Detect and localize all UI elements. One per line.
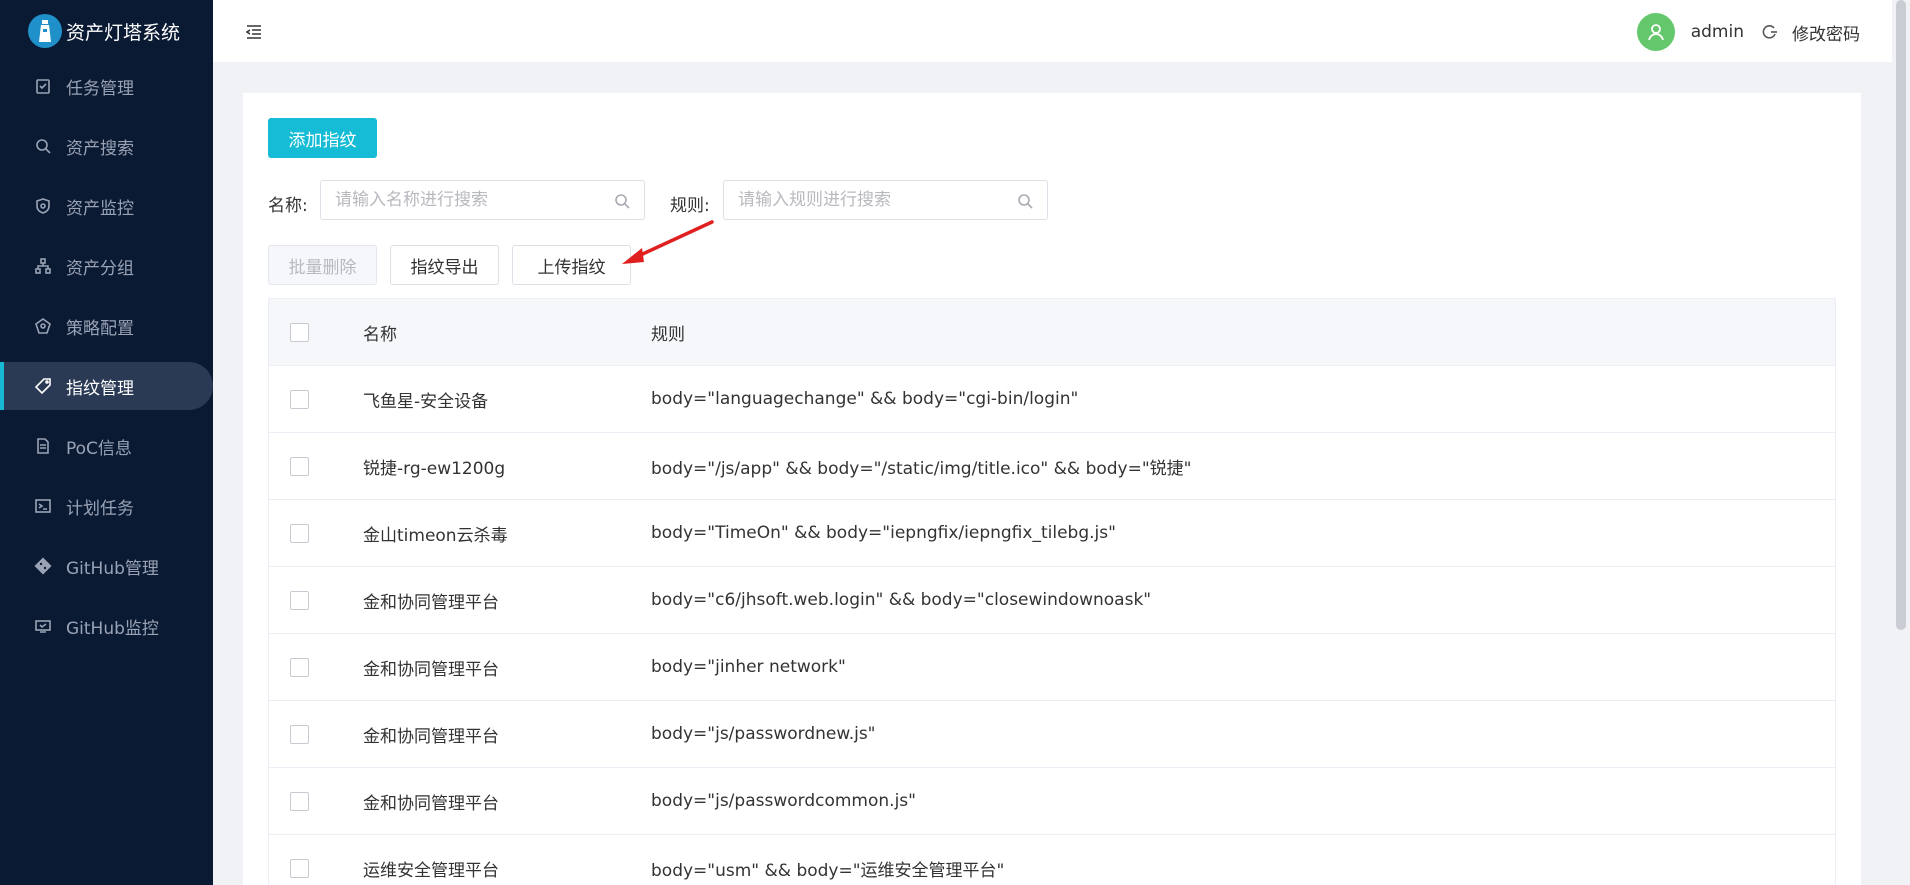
sidebar-item-label: GitHub监控 [66,618,159,639]
app-title: 资产灯塔系统 [66,21,181,44]
top-header: admin 修改密码 [213,0,1910,62]
row-name: 运维安全管理平台 [363,861,499,881]
sidebar-item-task-management[interactable]: 任务管理 [0,62,213,110]
sidebar-item-label: 任务管理 [66,78,134,99]
sidebar-menu: 任务管理 资产搜索 资产监控 资产分组 策略配置 指纹管理 PoC信息 计划任务… [0,62,213,650]
sidebar-item-label: 策略配置 [66,318,134,339]
row-name: 锐捷-rg-ew1200g [363,458,506,479]
scrollbar-thumb[interactable] [1896,0,1906,630]
row-rule: body="TimeOn" && body="iepngfix/iepngfix… [651,523,1116,543]
main-card: 添加指纹 名称: 规则: 批量删除 指纹导出 上传指纹 名称 规则 飞鱼星-安全… [243,93,1861,885]
sidebar-item-label: 计划任务 [66,498,134,519]
row-name: 飞鱼星-安全设备 [363,391,489,412]
rule-search-input[interactable] [724,181,1047,219]
sidebar-item-fingerprint-management[interactable]: 指纹管理 [0,362,213,410]
sidebar-item-scheduled-tasks[interactable]: 计划任务 [0,482,213,530]
row-rule: body="c6/jhsoft.web.login" && body="clos… [651,590,1152,610]
name-search-field [320,180,645,220]
row-rule: body="js/passwordcommon.js" [651,791,916,811]
avatar[interactable] [1636,13,1675,51]
select-all-checkbox[interactable] [289,322,309,342]
rule-search-field [723,180,1048,220]
row-rule: body="/js/app" && body="/static/img/titl… [651,458,1192,479]
table-row: 金和协同管理平台 body="c6/jhsoft.web.login" && b… [269,567,1835,634]
table-row: 金和协同管理平台 body="jinher network" [269,634,1835,701]
sidebar-item-poc-info[interactable]: PoC信息 [0,422,213,470]
task-icon [34,77,52,95]
sidebar-item-asset-search[interactable]: 资产搜索 [0,122,213,170]
terminal-icon [34,497,52,515]
add-fingerprint-button[interactable]: 添加指纹 [268,118,377,158]
git-icon [34,557,52,575]
export-fingerprint-button[interactable]: 指纹导出 [390,245,499,285]
sidebar-item-github-management[interactable]: GitHub管理 [0,542,213,590]
screen-icon [34,617,52,635]
row-checkbox[interactable] [289,523,309,543]
collapse-menu-icon[interactable] [245,24,263,40]
monitor-shield-icon [34,197,52,215]
user-area: admin 修改密码 [1636,13,1860,51]
logout-icon[interactable] [1762,24,1778,40]
sidebar-item-asset-monitor[interactable]: 资产监控 [0,182,213,230]
username: admin [1690,22,1744,42]
row-rule: body="jinher network" [651,657,846,677]
sidebar-item-label: 资产搜索 [66,138,134,159]
sidebar-item-label: PoC信息 [66,438,132,459]
sidebar-item-label: 资产分组 [66,258,134,279]
row-checkbox[interactable] [289,590,309,610]
fingerprint-table: 名称 规则 飞鱼星-安全设备 body="languagechange" && … [268,298,1836,885]
row-name: 金和协同管理平台 [363,659,499,680]
row-checkbox[interactable] [289,389,309,409]
column-header-name: 名称 [363,324,397,345]
name-filter-label: 名称: [268,196,308,216]
row-checkbox[interactable] [289,456,309,476]
table-row: 金和协同管理平台 body="js/passwordnew.js" [269,701,1835,768]
search-icon [34,137,52,155]
batch-delete-button[interactable]: 批量删除 [268,245,377,285]
table-row: 运维安全管理平台 body="usm" && body="运维安全管理平台" [269,835,1835,885]
table-row: 锐捷-rg-ew1200g body="/js/app" && body="/s… [269,433,1835,500]
table-row: 金和协同管理平台 body="js/passwordcommon.js" [269,768,1835,835]
document-icon [34,437,52,455]
tag-icon [34,377,52,395]
row-name: 金和协同管理平台 [363,592,499,613]
page-scrollbar[interactable] [1892,0,1910,885]
search-icon[interactable] [1017,193,1033,209]
name-search-input[interactable] [321,181,644,219]
row-name: 金和协同管理平台 [363,793,499,814]
row-checkbox[interactable] [289,859,309,878]
sidebar-item-label: 指纹管理 [66,378,134,399]
row-checkbox[interactable] [289,657,309,677]
change-password-link[interactable]: 修改密码 [1792,20,1860,45]
lighthouse-icon [28,14,62,48]
row-checkbox[interactable] [289,791,309,811]
column-header-rule: 规则 [651,324,685,345]
sidebar: 资产灯塔系统 任务管理 资产搜索 资产监控 资产分组 策略配置 指纹管理 PoC… [0,0,213,885]
group-tree-icon [34,257,52,275]
row-rule: body="usm" && body="运维安全管理平台" [651,861,1005,881]
row-rule: body="languagechange" && body="cgi-bin/l… [651,389,1079,409]
sidebar-item-asset-group[interactable]: 资产分组 [0,242,213,290]
rule-filter-label: 规则: [670,196,710,216]
sidebar-item-policy-config[interactable]: 策略配置 [0,302,213,350]
sidebar-item-label: 资产监控 [66,198,134,219]
annotation-arrow-icon [622,220,714,264]
table-row: 金山timeon云杀毒 body="TimeOn" && body="iepng… [269,500,1835,567]
table-header-row: 名称 规则 [269,299,1835,366]
table-row: 飞鱼星-安全设备 body="languagechange" && body="… [269,366,1835,433]
row-rule: body="js/passwordnew.js" [651,724,876,744]
row-name: 金山timeon云杀毒 [363,525,508,546]
app-logo: 资产灯塔系统 [0,0,213,62]
sidebar-item-github-monitor[interactable]: GitHub监控 [0,602,213,650]
row-name: 金和协同管理平台 [363,726,499,747]
upload-fingerprint-button[interactable]: 上传指纹 [512,245,631,285]
policy-icon [34,317,52,335]
sidebar-item-label: GitHub管理 [66,558,159,579]
row-checkbox[interactable] [289,724,309,744]
search-icon[interactable] [614,193,630,209]
